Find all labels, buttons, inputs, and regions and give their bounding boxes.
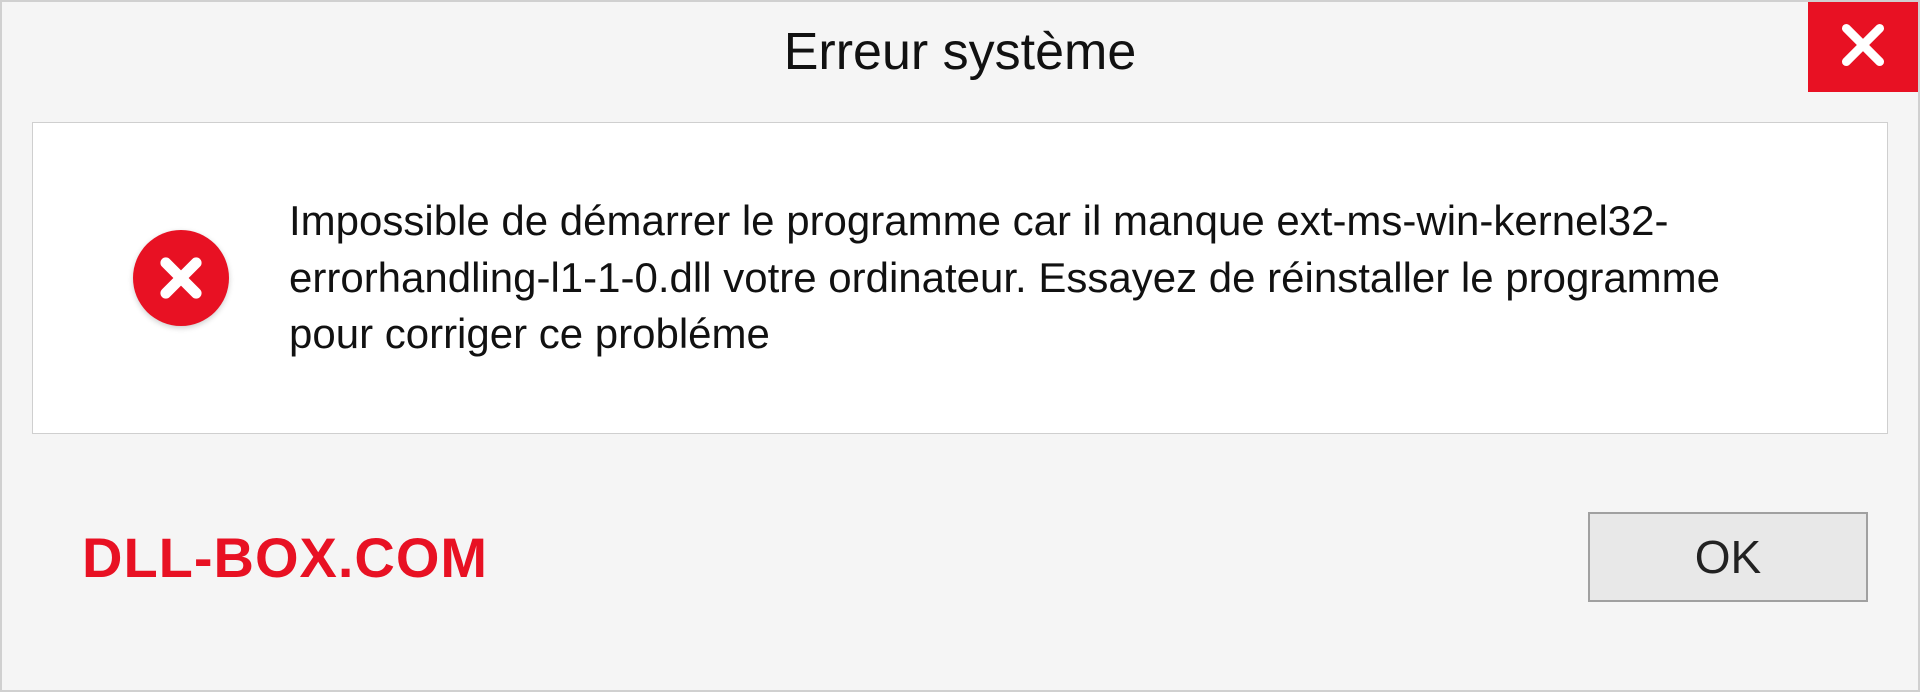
dialog-title: Erreur système — [784, 22, 1137, 82]
error-icon — [133, 230, 229, 326]
close-icon — [1838, 20, 1888, 75]
close-button[interactable] — [1808, 2, 1918, 92]
watermark-text: DLL-BOX.COM — [82, 525, 488, 590]
error-dialog: Erreur système Impossible de démarrer le… — [0, 0, 1920, 692]
dialog-footer: DLL-BOX.COM OK — [2, 454, 1918, 690]
content-panel: Impossible de démarrer le programme car … — [32, 122, 1888, 434]
titlebar: Erreur système — [2, 2, 1918, 102]
ok-button[interactable]: OK — [1588, 512, 1868, 602]
error-message: Impossible de démarrer le programme car … — [289, 193, 1789, 363]
